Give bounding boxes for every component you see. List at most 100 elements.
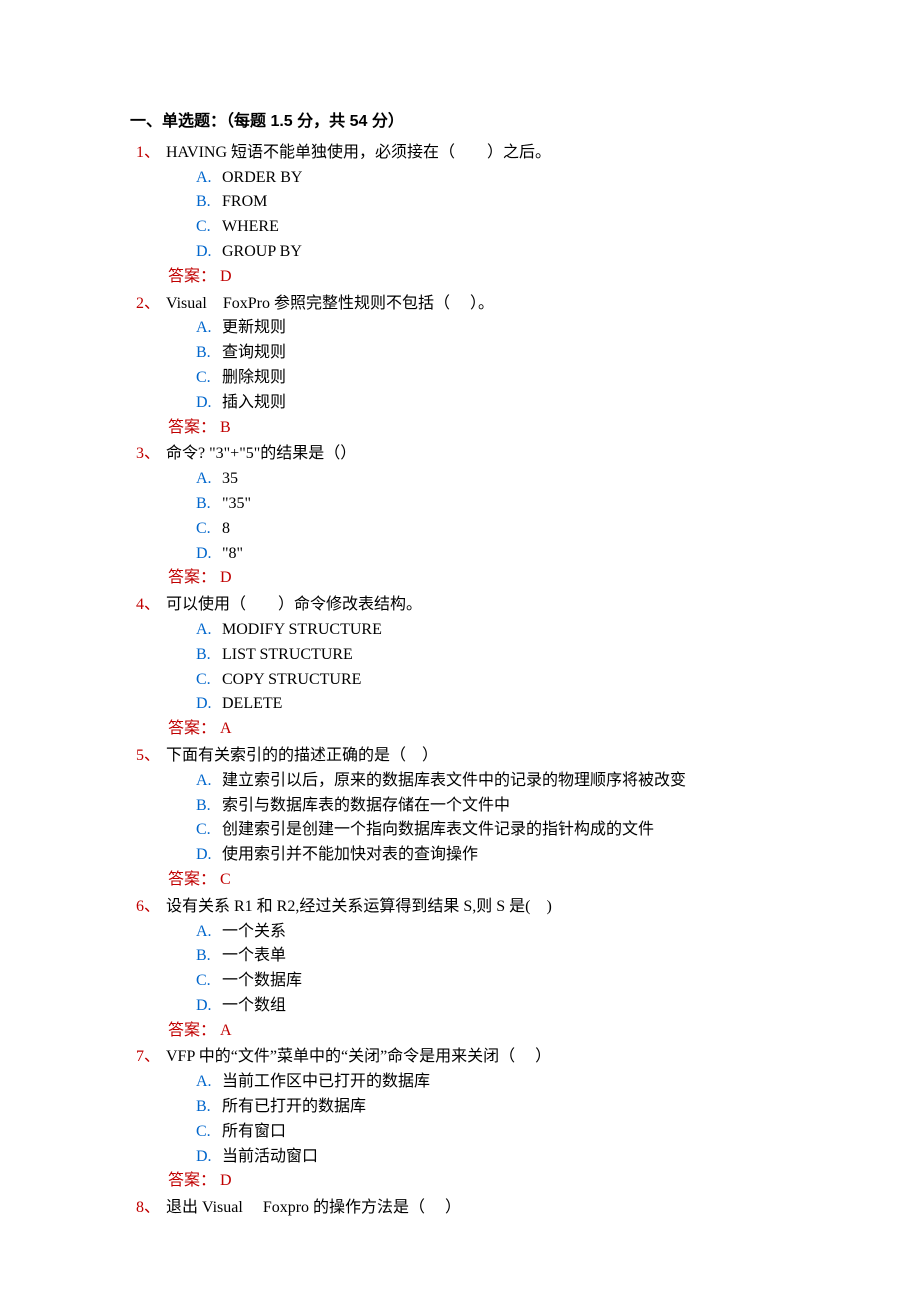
option: C.删除规则 bbox=[196, 366, 860, 391]
answer: 答案： D bbox=[168, 265, 860, 290]
option: A.一个关系 bbox=[196, 920, 860, 945]
option: B.所有已打开的数据库 bbox=[196, 1095, 860, 1120]
option-text: 使用索引并不能加快对表的查询操作 bbox=[222, 843, 478, 868]
option-text: 当前活动窗口 bbox=[222, 1145, 318, 1170]
answer-prefix: 答案： bbox=[168, 1172, 216, 1189]
question: 6、 设有关系 R1 和 R2,经过关系运算得到结果 S,则 S 是( )A.一… bbox=[136, 895, 860, 1044]
options: A.MODIFY STRUCTUREB.LIST STRUCTUREC.COPY… bbox=[196, 618, 860, 717]
question-line: 8、 退出 Visual Foxpro 的操作方法是（ ） bbox=[136, 1196, 860, 1221]
answer: 答案： A bbox=[168, 717, 860, 742]
option-text: GROUP BY bbox=[222, 240, 302, 265]
options: A.ORDER BYB.FROMC.WHERED.GROUP BY bbox=[196, 166, 860, 265]
option-text: WHERE bbox=[222, 215, 279, 240]
question: 8、 退出 Visual Foxpro 的操作方法是（ ） bbox=[136, 1196, 860, 1221]
option-text: 查询规则 bbox=[222, 341, 286, 366]
option: C.一个数据库 bbox=[196, 969, 860, 994]
option-label: C. bbox=[196, 969, 222, 994]
answer-prefix: 答案： bbox=[168, 569, 216, 586]
option: A.更新规则 bbox=[196, 316, 860, 341]
answer-value: C bbox=[216, 871, 231, 888]
option-label: B. bbox=[196, 944, 222, 969]
question-text: HAVING 短语不能单独使用，必须接在（ ）之后。 bbox=[166, 141, 551, 166]
option: D.GROUP BY bbox=[196, 240, 860, 265]
question-line: 4、 可以使用（ ）命令修改表结构。 bbox=[136, 593, 860, 618]
page: 一、单选题：（每题 1.5 分，共 54 分） 1、 HAVING 短语不能单独… bbox=[0, 0, 920, 1283]
option: D.当前活动窗口 bbox=[196, 1145, 860, 1170]
option: B.查询规则 bbox=[196, 341, 860, 366]
option-text: 8 bbox=[222, 517, 230, 542]
option: C.创建索引是创建一个指向数据库表文件记录的指针构成的文件 bbox=[196, 818, 860, 843]
question: 1、 HAVING 短语不能单独使用，必须接在（ ）之后。A.ORDER BYB… bbox=[136, 141, 860, 290]
option-label: D. bbox=[196, 240, 222, 265]
answer-value: A bbox=[216, 1022, 232, 1039]
question-text: 退出 Visual Foxpro 的操作方法是（ ） bbox=[166, 1196, 461, 1221]
answer-prefix: 答案： bbox=[168, 268, 216, 285]
question-number: 6、 bbox=[136, 895, 166, 920]
option: D."8" bbox=[196, 542, 860, 567]
question-line: 1、 HAVING 短语不能单独使用，必须接在（ ）之后。 bbox=[136, 141, 860, 166]
question: 2、 Visual FoxPro 参照完整性规则不包括（ ）。A.更新规则B.查… bbox=[136, 292, 860, 441]
question: 3、 命令? "3"+"5"的结果是（）A.35B."35"C.8D."8"答案… bbox=[136, 442, 860, 591]
option-label: A. bbox=[196, 316, 222, 341]
options: A.当前工作区中已打开的数据库B.所有已打开的数据库C.所有窗口D.当前活动窗口 bbox=[196, 1070, 860, 1169]
answer-prefix: 答案： bbox=[168, 720, 216, 737]
question-number: 7、 bbox=[136, 1045, 166, 1070]
answer-value: A bbox=[216, 720, 232, 737]
option: B."35" bbox=[196, 492, 860, 517]
option-label: D. bbox=[196, 692, 222, 717]
question-text: 设有关系 R1 和 R2,经过关系运算得到结果 S,则 S 是( ) bbox=[166, 895, 552, 920]
option: D.插入规则 bbox=[196, 391, 860, 416]
question-number: 8、 bbox=[136, 1196, 166, 1221]
option-text: LIST STRUCTURE bbox=[222, 643, 353, 668]
option-text: FROM bbox=[222, 190, 267, 215]
question-number: 3、 bbox=[136, 442, 166, 467]
answer: 答案： D bbox=[168, 566, 860, 591]
option-label: D. bbox=[196, 542, 222, 567]
option-text: COPY STRUCTURE bbox=[222, 668, 361, 693]
question-text: 下面有关索引的的描述正确的是（ ） bbox=[166, 744, 438, 769]
option: A.35 bbox=[196, 467, 860, 492]
option-text: 35 bbox=[222, 467, 238, 492]
answer-prefix: 答案： bbox=[168, 419, 216, 436]
option-text: 建立索引以后，原来的数据库表文件中的记录的物理顺序将被改变 bbox=[222, 769, 686, 794]
option: B.索引与数据库表的数据存储在一个文件中 bbox=[196, 794, 860, 819]
option-text: 更新规则 bbox=[222, 316, 286, 341]
option-label: C. bbox=[196, 517, 222, 542]
options: A.一个关系B.一个表单C.一个数据库D.一个数组 bbox=[196, 920, 860, 1019]
option-label: B. bbox=[196, 794, 222, 819]
option-label: A. bbox=[196, 166, 222, 191]
option-label: D. bbox=[196, 994, 222, 1019]
option-label: A. bbox=[196, 920, 222, 945]
option: A.当前工作区中已打开的数据库 bbox=[196, 1070, 860, 1095]
question-text: Visual FoxPro 参照完整性规则不包括（ ）。 bbox=[166, 292, 494, 317]
option-label: B. bbox=[196, 492, 222, 517]
option: C.WHERE bbox=[196, 215, 860, 240]
option-label: C. bbox=[196, 366, 222, 391]
option-text: ORDER BY bbox=[222, 166, 302, 191]
section-title: 一、单选题：（每题 1.5 分，共 54 分） bbox=[130, 110, 860, 135]
option-text: 一个数组 bbox=[222, 994, 286, 1019]
option-text: 一个数据库 bbox=[222, 969, 302, 994]
option: D.DELETE bbox=[196, 692, 860, 717]
option-text: 当前工作区中已打开的数据库 bbox=[222, 1070, 430, 1095]
option: D.一个数组 bbox=[196, 994, 860, 1019]
answer-value: B bbox=[216, 419, 231, 436]
question: 5、 下面有关索引的的描述正确的是（ ）A.建立索引以后，原来的数据库表文件中的… bbox=[136, 744, 860, 893]
option-label: A. bbox=[196, 769, 222, 794]
option-label: A. bbox=[196, 618, 222, 643]
option: B.FROM bbox=[196, 190, 860, 215]
question: 7、 VFP 中的“文件”菜单中的“关闭”命令是用来关闭（ ）A.当前工作区中已… bbox=[136, 1045, 860, 1194]
question-number: 1、 bbox=[136, 141, 166, 166]
options: A.更新规则B.查询规则C.删除规则D.插入规则 bbox=[196, 316, 860, 415]
option-label: B. bbox=[196, 341, 222, 366]
question: 4、 可以使用（ ）命令修改表结构。A.MODIFY STRUCTUREB.LI… bbox=[136, 593, 860, 742]
question-line: 3、 命令? "3"+"5"的结果是（） bbox=[136, 442, 860, 467]
option-text: "35" bbox=[222, 492, 251, 517]
answer-prefix: 答案： bbox=[168, 871, 216, 888]
option-label: A. bbox=[196, 1070, 222, 1095]
options: A.建立索引以后，原来的数据库表文件中的记录的物理顺序将被改变B.索引与数据库表… bbox=[196, 769, 860, 868]
answer-prefix: 答案： bbox=[168, 1022, 216, 1039]
option-text: 所有已打开的数据库 bbox=[222, 1095, 366, 1120]
option-text: "8" bbox=[222, 542, 243, 567]
option: C.8 bbox=[196, 517, 860, 542]
